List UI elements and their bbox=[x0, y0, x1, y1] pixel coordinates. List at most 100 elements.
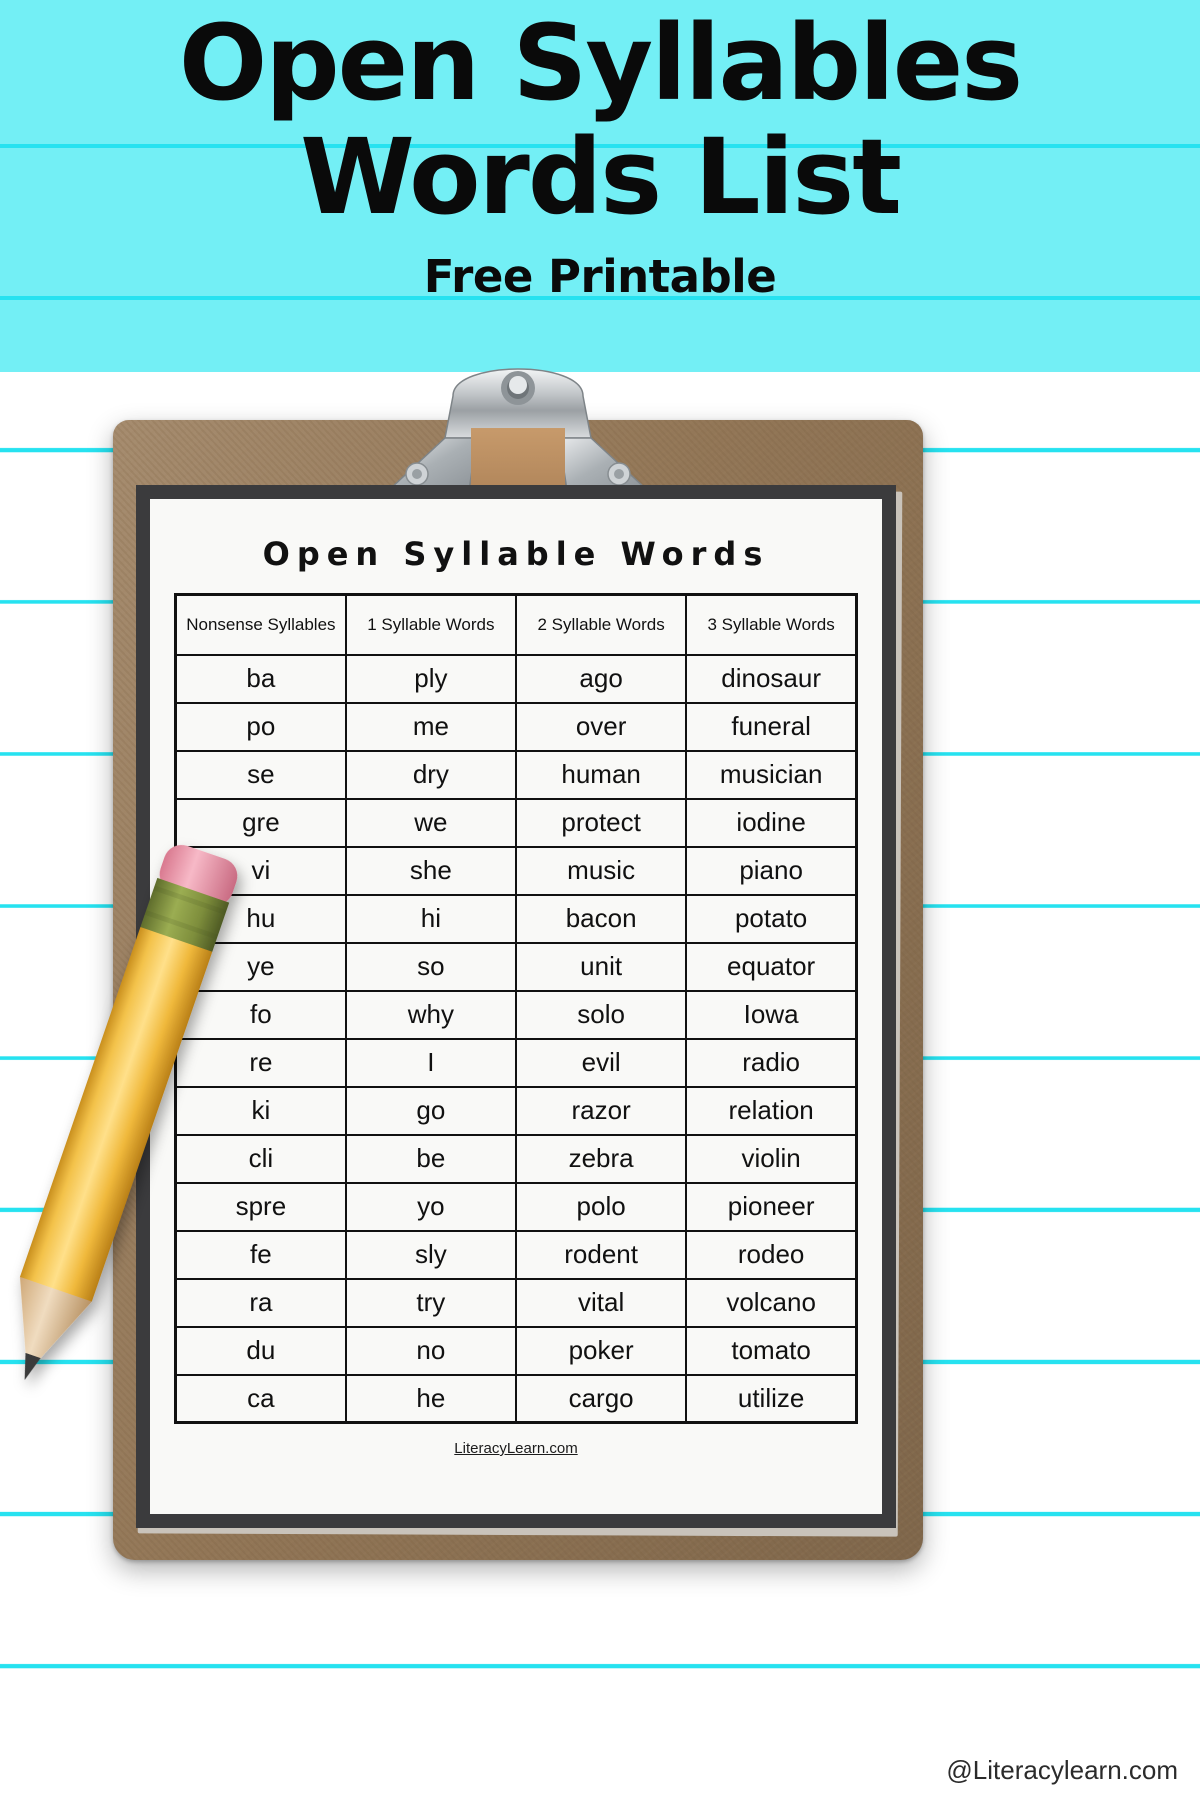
table-cell: ago bbox=[514, 653, 688, 704]
table-cell: dinosaur bbox=[685, 653, 858, 704]
worksheet-footer-credit: LiteracyLearn.com bbox=[454, 1440, 578, 1457]
column-header-label: 1 Syllable Words bbox=[367, 614, 495, 634]
table-row: gre we protect iodine bbox=[174, 797, 858, 848]
table-body: ba ply ago dinosaur po me over funeral se dry huma… bbox=[174, 653, 858, 1424]
table-cell: razor bbox=[514, 1085, 688, 1136]
table-cell: she bbox=[344, 845, 518, 896]
table-cell: we bbox=[344, 797, 518, 848]
table-cell: dry bbox=[344, 749, 518, 800]
table-cell: yo bbox=[344, 1181, 518, 1232]
table-row: hu hi bacon potato bbox=[174, 893, 858, 944]
header-banner: Open Syllables Words List Free Printable bbox=[0, 0, 1200, 372]
table-cell: no bbox=[344, 1325, 518, 1376]
table-cell: poker bbox=[514, 1325, 688, 1376]
table-cell: vi bbox=[174, 845, 347, 896]
table-cell: me bbox=[344, 701, 518, 752]
table-cell: volcano bbox=[685, 1277, 858, 1328]
worksheet-title: Open Syllable Words bbox=[262, 535, 770, 573]
table-row: du no poker tomato bbox=[174, 1325, 858, 1376]
column-header-nonsense-syllables: Nonsense Syllables bbox=[174, 593, 347, 656]
table-row: ki go razor relation bbox=[174, 1085, 858, 1136]
open-syllable-words-table: Nonsense Syllables 1 Syllable Words 2 Sy… bbox=[174, 593, 858, 1424]
table-cell: solo bbox=[514, 989, 688, 1040]
table-row: se dry human musician bbox=[174, 749, 858, 800]
table-cell: se bbox=[174, 749, 347, 800]
table-cell: iodine bbox=[685, 797, 858, 848]
table-row: ra try vital volcano bbox=[174, 1277, 858, 1328]
table-cell: over bbox=[514, 701, 688, 752]
table-header-row: Nonsense Syllables 1 Syllable Words 2 Sy… bbox=[174, 593, 858, 656]
table-cell: fo bbox=[174, 989, 347, 1040]
table-cell: try bbox=[344, 1277, 518, 1328]
table-cell: gre bbox=[174, 797, 347, 848]
table-cell: I bbox=[344, 1037, 518, 1088]
table-cell: be bbox=[344, 1133, 518, 1184]
table-cell: piano bbox=[685, 845, 858, 896]
table-cell: ye bbox=[174, 941, 347, 992]
column-header-label: 2 Syllable Words bbox=[537, 614, 665, 634]
column-header-1-syllable-words: 1 Syllable Words bbox=[344, 593, 518, 656]
table-cell: cargo bbox=[514, 1373, 688, 1424]
table-row: po me over funeral bbox=[174, 701, 858, 752]
table-cell: musician bbox=[685, 749, 858, 800]
page-subtitle: Free Printable bbox=[423, 249, 777, 303]
table-row: ca he cargo utilize bbox=[174, 1373, 858, 1424]
table-cell: tomato bbox=[685, 1325, 858, 1376]
table-cell: why bbox=[344, 989, 518, 1040]
table-cell: pioneer bbox=[685, 1181, 858, 1232]
column-header-label: 3 Syllable Words bbox=[707, 614, 835, 634]
table-cell: fe bbox=[174, 1229, 347, 1280]
table-cell: human bbox=[514, 749, 688, 800]
table-cell: rodeo bbox=[685, 1229, 858, 1280]
table-row: fe sly rodent rodeo bbox=[174, 1229, 858, 1280]
worksheet: Open Syllable Words Nonsense Syllables 1… bbox=[136, 485, 896, 1528]
table-cell: bacon bbox=[514, 893, 688, 944]
table-cell: hu bbox=[174, 893, 347, 944]
table-cell: utilize bbox=[685, 1373, 858, 1424]
table-cell: po bbox=[174, 701, 347, 752]
table-cell: music bbox=[514, 845, 688, 896]
column-header-2-syllable-words: 2 Syllable Words bbox=[514, 593, 688, 656]
page-title-line-2: Words List bbox=[300, 115, 902, 238]
table-cell: so bbox=[344, 941, 518, 992]
table-cell: ba bbox=[174, 653, 347, 704]
table-row: cli be zebra violin bbox=[174, 1133, 858, 1184]
table-cell: potato bbox=[685, 893, 858, 944]
table-cell: sly bbox=[344, 1229, 518, 1280]
table-row: ba ply ago dinosaur bbox=[174, 653, 858, 704]
table-cell: ca bbox=[174, 1373, 347, 1424]
table-row: spre yo polo pioneer bbox=[174, 1181, 858, 1232]
table-cell: polo bbox=[514, 1181, 688, 1232]
table-cell: equator bbox=[685, 941, 858, 992]
table-cell: evil bbox=[514, 1037, 688, 1088]
table-cell: protect bbox=[514, 797, 688, 848]
table-cell: unit bbox=[514, 941, 688, 992]
clipboard-clip bbox=[373, 354, 663, 504]
table-cell: ply bbox=[344, 653, 518, 704]
table-cell: he bbox=[344, 1373, 518, 1424]
table-cell: funeral bbox=[685, 701, 858, 752]
column-header-3-syllable-words: 3 Syllable Words bbox=[685, 593, 858, 656]
table-cell: ki bbox=[174, 1085, 347, 1136]
column-header-label: Nonsense Syllables bbox=[186, 614, 336, 634]
table-cell: go bbox=[344, 1085, 518, 1136]
table-cell: re bbox=[174, 1037, 347, 1088]
clip-icon bbox=[386, 368, 650, 499]
table-row: fo why solo Iowa bbox=[174, 989, 858, 1040]
table-cell: zebra bbox=[514, 1133, 688, 1184]
table-cell: vital bbox=[514, 1277, 688, 1328]
table-cell: rodent bbox=[514, 1229, 688, 1280]
table-row: ye so unit equator bbox=[174, 941, 858, 992]
table-cell: du bbox=[174, 1325, 347, 1376]
table-row: re Ievil radio bbox=[174, 1037, 858, 1088]
table-cell: spre bbox=[174, 1181, 347, 1232]
table-cell: ra bbox=[174, 1277, 347, 1328]
table-cell: Iowa bbox=[685, 989, 858, 1040]
watermark: @Literacylearn.com bbox=[946, 1755, 1178, 1785]
table-cell: violin bbox=[685, 1133, 858, 1184]
page-title-line-1: Open Syllables bbox=[178, 2, 1023, 124]
table-cell: cli bbox=[174, 1133, 347, 1184]
table-cell: radio bbox=[685, 1037, 858, 1088]
table-cell: relation bbox=[685, 1085, 858, 1136]
table-cell: hi bbox=[344, 893, 518, 944]
